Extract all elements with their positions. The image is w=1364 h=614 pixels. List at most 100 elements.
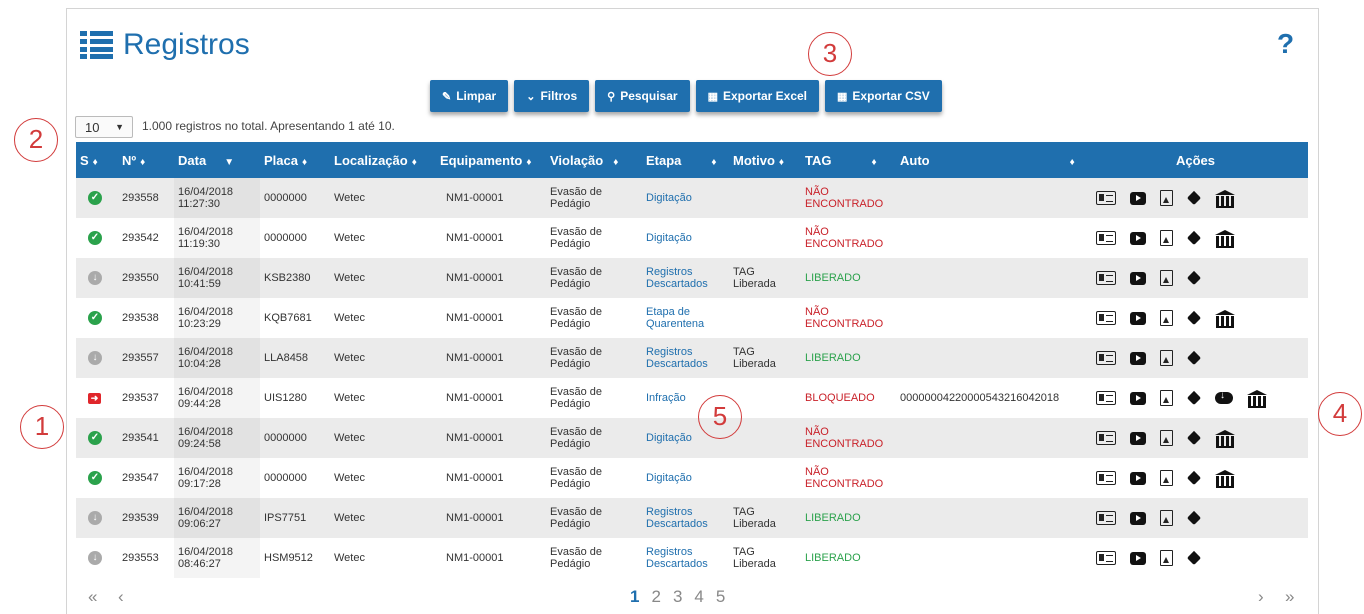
play-icon[interactable] [1130, 471, 1146, 485]
image-icon[interactable] [1160, 230, 1173, 246]
bank-icon[interactable] [1215, 230, 1235, 248]
prev-page-button[interactable]: ‹ [118, 587, 124, 607]
col-placa[interactable]: Placa ♦ [260, 142, 330, 178]
bank-icon[interactable] [1215, 310, 1235, 328]
play-icon[interactable] [1130, 351, 1146, 365]
image-icon[interactable] [1160, 350, 1173, 366]
limpar-button[interactable]: ✎ Limpar [430, 80, 509, 112]
col-tag[interactable]: TAG ♦ [801, 142, 896, 178]
bank-icon[interactable] [1215, 470, 1235, 488]
table-row[interactable]: ✓ 293547 16/04/2018 09:17:28 0000000 Wete… [76, 458, 1308, 498]
image-icon[interactable] [1160, 310, 1173, 326]
table-row[interactable]: ↓ 293550 16/04/2018 10:41:59 KSB2380 Wete… [76, 258, 1308, 298]
col-motivo[interactable]: Motivo ♦ [729, 142, 801, 178]
tag-icon[interactable] [1187, 471, 1201, 485]
tag-icon[interactable] [1187, 391, 1201, 405]
first-page-button[interactable]: « [88, 587, 97, 607]
table-row[interactable]: ✓ 293538 16/04/2018 10:23:29 KQB7681 Wete… [76, 298, 1308, 338]
etapa-link[interactable]: Digitação [642, 178, 729, 218]
next-page-button[interactable]: › [1258, 587, 1264, 607]
id-card-icon[interactable] [1096, 511, 1116, 525]
col-s[interactable]: S ♦ [76, 142, 118, 178]
table-row[interactable]: ✓ 293558 16/04/2018 11:27:30 0000000 Wete… [76, 178, 1308, 218]
id-card-icon[interactable] [1096, 311, 1116, 325]
col-violacao[interactable]: Violação ♦ [546, 142, 642, 178]
tag-icon[interactable] [1187, 191, 1201, 205]
tag-icon[interactable] [1187, 431, 1201, 445]
pesquisar-button[interactable]: ⚲ Pesquisar [595, 80, 690, 112]
bank-icon[interactable] [1215, 190, 1235, 208]
tag-icon[interactable] [1187, 311, 1201, 325]
image-icon[interactable] [1160, 470, 1173, 486]
tag-line: NÃO [805, 186, 829, 198]
etapa-link[interactable]: Digitação [642, 458, 729, 498]
tag-icon[interactable] [1187, 511, 1201, 525]
play-icon[interactable] [1130, 551, 1146, 565]
id-card-icon[interactable] [1096, 391, 1116, 405]
cloud-download-icon[interactable] [1215, 390, 1233, 404]
play-icon[interactable] [1130, 431, 1146, 445]
last-page-button[interactable]: » [1285, 587, 1294, 607]
tag-icon[interactable] [1187, 271, 1201, 285]
etapa-link[interactable]: Registros Descartados [642, 338, 729, 378]
etapa-link[interactable]: Registros Descartados [642, 538, 729, 578]
col-data[interactable]: Data ▼ [174, 142, 260, 178]
equipamento-cell: NM1-00001 [436, 378, 546, 418]
play-icon[interactable] [1130, 311, 1146, 325]
page-link-3[interactable]: 3 [673, 587, 682, 607]
image-icon[interactable] [1160, 430, 1173, 446]
tag-icon[interactable] [1187, 231, 1201, 245]
col-auto[interactable]: Auto ♦ [896, 142, 1086, 178]
play-icon[interactable] [1130, 271, 1146, 285]
exportar-csv-button[interactable]: ▦ Exportar CSV [825, 80, 942, 112]
image-icon[interactable] [1160, 550, 1173, 566]
filtros-button[interactable]: ⌄ Filtros [514, 80, 590, 112]
id-card-icon[interactable] [1096, 191, 1116, 205]
bank-icon[interactable] [1247, 390, 1267, 408]
col-numero[interactable]: Nº ♦ [118, 142, 174, 178]
bank-icon[interactable] [1215, 430, 1235, 448]
etapa-link[interactable]: Etapa de Quarentena [642, 298, 729, 338]
page-size-select[interactable]: 10 ▼ [75, 116, 133, 138]
tag-icon[interactable] [1187, 551, 1201, 565]
help-icon[interactable]: ? [1277, 28, 1294, 60]
exportar-excel-button[interactable]: ▦ Exportar Excel [695, 80, 820, 112]
id-card-icon[interactable] [1096, 351, 1116, 365]
play-icon[interactable] [1130, 191, 1146, 205]
id-card-icon[interactable] [1096, 231, 1116, 245]
id-card-icon[interactable] [1096, 431, 1116, 445]
motivo-line: Liberada [733, 518, 776, 530]
table-row[interactable]: ↓ 293553 16/04/2018 08:46:27 HSM9512 Wete… [76, 538, 1308, 578]
page-link-5[interactable]: 5 [716, 587, 725, 607]
col-equipamento[interactable]: Equipamento ♦ [436, 142, 546, 178]
col-localizacao[interactable]: Localização ♦ [330, 142, 436, 178]
status-ok-icon: ✓ [88, 311, 102, 325]
violacao-line: Evasão de [550, 426, 602, 438]
col-etapa[interactable]: Etapa ♦ [642, 142, 729, 178]
id-card-icon[interactable] [1096, 551, 1116, 565]
table-row[interactable]: ✓ 293542 16/04/2018 11:19:30 0000000 Wete… [76, 218, 1308, 258]
table-row[interactable]: ✓ 293541 16/04/2018 09:24:58 0000000 Wete… [76, 418, 1308, 458]
id-card-icon[interactable] [1096, 271, 1116, 285]
etapa-link[interactable]: Registros Descartados [642, 258, 729, 298]
image-icon[interactable] [1160, 390, 1173, 406]
etapa-link[interactable]: Registros Descartados [642, 498, 729, 538]
play-icon[interactable] [1130, 231, 1146, 245]
image-icon[interactable] [1160, 510, 1173, 526]
page-link-4[interactable]: 4 [694, 587, 703, 607]
tag-icon[interactable] [1187, 351, 1201, 365]
table-row[interactable]: ➜ 293537 16/04/2018 09:44:28 UIS1280 Wete… [76, 378, 1308, 418]
image-icon[interactable] [1160, 270, 1173, 286]
page-link-2[interactable]: 2 [651, 587, 660, 607]
play-icon[interactable] [1130, 511, 1146, 525]
etapa-link[interactable]: Digitação [642, 218, 729, 258]
motivo-cell [729, 298, 801, 338]
actions-cell [1086, 498, 1308, 538]
page-link-1[interactable]: 1 [630, 587, 639, 607]
date-text: 16/04/2018 [178, 226, 234, 238]
image-icon[interactable] [1160, 190, 1173, 206]
id-card-icon[interactable] [1096, 471, 1116, 485]
play-icon[interactable] [1130, 391, 1146, 405]
table-row[interactable]: ↓ 293539 16/04/2018 09:06:27 IPS7751 Wete… [76, 498, 1308, 538]
table-row[interactable]: ↓ 293557 16/04/2018 10:04:28 LLA8458 Wete… [76, 338, 1308, 378]
